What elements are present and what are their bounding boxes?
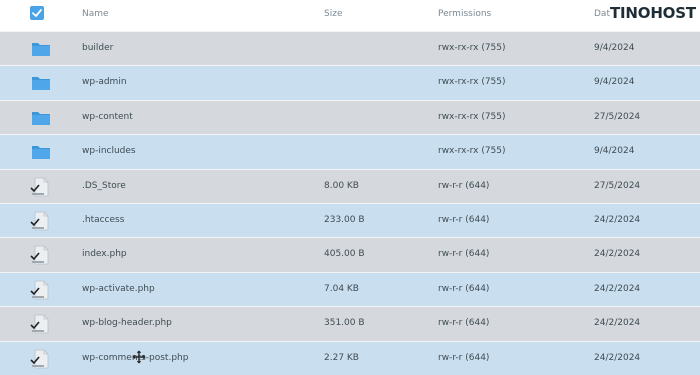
- row-date: 9/4/2024: [594, 43, 635, 53]
- folder-icon: [30, 108, 52, 128]
- row-date: 9/4/2024: [594, 77, 635, 88]
- row-name[interactable]: builder: [82, 43, 113, 53]
- file-icon: [30, 245, 52, 265]
- row-permissions: rw-r-r (644): [438, 249, 490, 260]
- table-row[interactable]: wp-activate.php 7.04 KB rw-r-r (644) 24/2/2…: [0, 271, 700, 307]
- row-date: 27/5/2024: [594, 111, 641, 122]
- row-size: 2.27 KB: [324, 352, 359, 363]
- row-date: 27/5/2024: [594, 180, 641, 191]
- move-cursor-icon: [132, 350, 146, 364]
- file-icon: [30, 349, 52, 369]
- row-size: 8.00 KB: [324, 180, 359, 191]
- table-row[interactable]: wp-comments-post.php2.27 KBrw-r-r (644)2…: [0, 340, 700, 375]
- table-row[interactable]: wp-blog-header.php 351.00 B rw-r-r (644) 24…: [0, 306, 700, 341]
- row-name[interactable]: wp-admin: [82, 77, 127, 87]
- column-header-permissions[interactable]: Permissions: [438, 9, 491, 19]
- column-header-size[interactable]: Size: [324, 9, 342, 19]
- table-row[interactable]: .htaccess 233.00 B rw-r-r (644) 24/2/2024: [0, 202, 700, 238]
- row-date: 24/2/2024: [594, 283, 641, 294]
- row-permissions: rw-r-r (644): [438, 318, 490, 329]
- row-name[interactable]: wp-activate.php: [82, 284, 155, 294]
- file-icon: [30, 280, 52, 300]
- row-name[interactable]: wp-content: [82, 112, 133, 122]
- row-permissions: rwx-rx-rx (755): [438, 77, 506, 88]
- row-size: 7.04 KB: [324, 283, 359, 294]
- row-date: 24/2/2024: [594, 249, 641, 260]
- file-icon: [30, 314, 52, 334]
- table-row[interactable]: wp-admin rwx-rx-rx (755) 9/4/2024: [0, 65, 700, 100]
- table-row[interactable]: index.php 405.00 B rw-r-r (644) 24/2/2024: [0, 237, 700, 272]
- table-row[interactable]: wp-content rwx-rx-rx (755) 27/5/2024: [0, 99, 700, 135]
- row-permissions: rwx-rx-rx (755): [438, 43, 506, 53]
- table-row[interactable]: .DS_Store 8.00 KB rw-r-r (644) 27/5/2024: [0, 168, 700, 203]
- column-header-name[interactable]: Name: [82, 9, 109, 19]
- row-date: 24/2/2024: [594, 214, 641, 225]
- check-icon: [32, 9, 42, 17]
- row-date: 24/2/2024: [594, 352, 641, 363]
- row-size: 405.00 B: [324, 249, 365, 260]
- row-date: 9/4/2024: [594, 146, 635, 157]
- row-name[interactable]: index.php: [82, 249, 127, 259]
- row-permissions: rwx-rx-rx (755): [438, 111, 506, 122]
- row-name[interactable]: .htaccess: [82, 215, 124, 225]
- column-header-date[interactable]: Dat: [594, 9, 610, 19]
- row-permissions: rw-r-r (644): [438, 214, 490, 225]
- file-list: builder rwx-rx-rx (755) 9/4/2024 wp-admin rw…: [0, 31, 700, 375]
- row-name[interactable]: .DS_Store: [82, 181, 126, 191]
- file-icon: [30, 211, 52, 231]
- row-name[interactable]: wp-blog-header.php: [82, 318, 172, 328]
- row-permissions: rw-r-r (644): [438, 180, 490, 191]
- brand-watermark: TINOHOST: [610, 4, 696, 22]
- row-size: 233.00 B: [324, 214, 365, 225]
- folder-icon: [30, 73, 52, 93]
- file-icon: [30, 177, 52, 197]
- table-row[interactable]: builder rwx-rx-rx (755) 9/4/2024: [0, 31, 700, 66]
- select-all-checkbox[interactable]: [30, 6, 44, 20]
- table-row[interactable]: wp-includes rwx-rx-rx (755) 9/4/2024: [0, 134, 700, 169]
- row-permissions: rw-r-r (644): [438, 283, 490, 294]
- file-table-header: Name Size Permissions Dat TINOHOST: [0, 0, 700, 31]
- row-name[interactable]: wp-includes: [82, 146, 136, 156]
- row-size: 351.00 B: [324, 318, 365, 329]
- row-permissions: rw-r-r (644): [438, 352, 490, 363]
- folder-icon: [30, 39, 52, 59]
- row-permissions: rwx-rx-rx (755): [438, 146, 506, 157]
- folder-icon: [30, 142, 52, 162]
- row-date: 24/2/2024: [594, 318, 641, 329]
